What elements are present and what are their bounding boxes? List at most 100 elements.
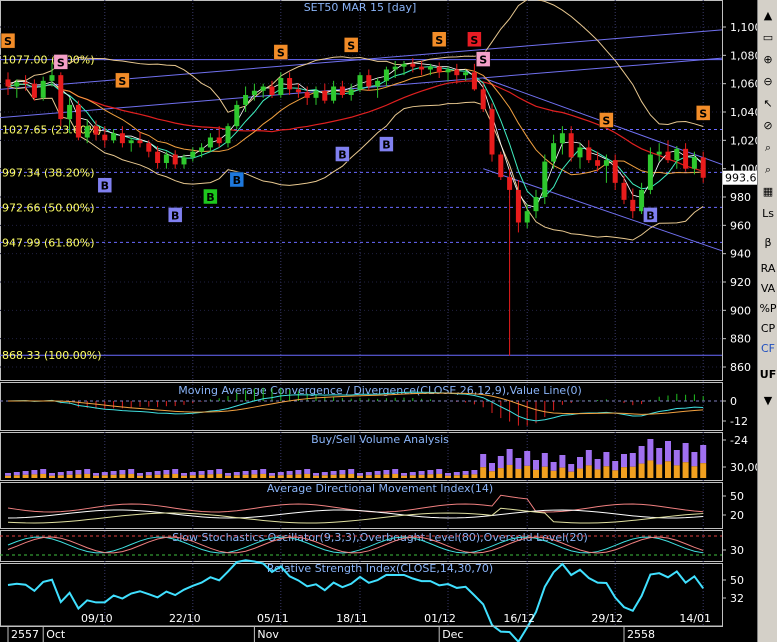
candle-body — [630, 199, 636, 212]
volume-sell-bar — [40, 473, 47, 478]
candle-body — [331, 86, 337, 101]
volume-buy-bar — [321, 472, 328, 476]
volume-sell-bar — [374, 474, 381, 478]
ma-mid-line — [7, 68, 704, 176]
crosshair-icon[interactable]: ⊘ — [758, 117, 777, 135]
toolbar-item-0[interactable]: β — [758, 234, 777, 252]
volume-buy-bar — [225, 473, 231, 476]
adx-tick-label: 50 — [730, 490, 744, 503]
candle-body — [225, 126, 231, 144]
volume-buy-bar — [198, 471, 205, 475]
stoch-tick-label: 30 — [730, 544, 744, 557]
candle-body — [533, 197, 539, 212]
candle-body — [383, 69, 389, 81]
add-icon[interactable]: ⊕ — [758, 51, 777, 69]
x-date-label: 14/01 — [679, 612, 711, 625]
volume-sell-bar — [673, 465, 680, 478]
volume-sell-bar — [295, 474, 302, 478]
volume-buy-bar — [621, 454, 627, 468]
toolbar-item-1[interactable]: RA — [758, 260, 777, 278]
volume-buy-bar — [93, 473, 99, 476]
volume-sell-bar — [277, 475, 284, 478]
window-icon[interactable]: ▭ — [758, 29, 777, 47]
volume-buy-bar — [110, 471, 117, 475]
toolbar-item-6[interactable]: UF — [758, 366, 777, 384]
signal-label: B — [206, 191, 214, 204]
volume-buy-bar — [647, 439, 654, 461]
price-tick-label: 900 — [730, 304, 751, 317]
zoom-out-icon[interactable]: ⌕ — [758, 161, 777, 179]
volume-buy-bar — [506, 449, 513, 465]
volume-sell-bar — [445, 475, 451, 478]
price-tick-label: 1,080 — [730, 49, 757, 62]
candle-body — [137, 140, 143, 144]
volume-buy-bar — [638, 446, 645, 464]
volume-sell-bar — [49, 475, 55, 478]
volume-buy-bar — [304, 469, 311, 474]
volume-sell-bar — [480, 467, 487, 478]
candle-body — [656, 151, 662, 155]
volume-sell-bar — [700, 463, 707, 478]
signal-label: S — [347, 39, 355, 52]
toolbar-item-5[interactable]: CF — [758, 340, 777, 358]
signal-label: S — [435, 34, 443, 47]
adx-title: Average Directional Movement Index(14) — [267, 482, 493, 495]
price-tick-label: 1,040 — [730, 106, 757, 119]
volume-buy-bar — [480, 454, 487, 468]
candle-body — [551, 143, 557, 162]
rsi-tick-label: 32 — [730, 592, 744, 605]
scroll-up-icon[interactable]: ▲ — [758, 7, 777, 25]
volume-sell-bar — [638, 463, 645, 478]
candle-body — [102, 134, 108, 141]
candle-body — [612, 160, 618, 183]
x-date-label: 22/10 — [169, 612, 201, 625]
cursor-icon[interactable]: ↖ — [758, 95, 777, 113]
volume-buy-bar — [242, 471, 249, 475]
signal-label: B — [101, 180, 109, 193]
volume-sell-bar — [225, 475, 231, 478]
candle-body — [480, 89, 486, 110]
toolbar-item-4[interactable]: CP — [758, 320, 777, 338]
line-style-icon[interactable]: Ls — [758, 205, 777, 223]
toolbar-item-3[interactable]: %P — [758, 300, 777, 318]
candle-body — [419, 66, 425, 70]
candle-body — [14, 82, 20, 87]
volume-buy-bar — [181, 473, 187, 476]
volume-buy-bar — [251, 470, 258, 475]
volume-buy-bar — [216, 469, 223, 474]
candle-body — [674, 148, 680, 161]
volume-sell-bar — [93, 475, 99, 478]
zoom-in-icon[interactable]: ⌕ — [758, 139, 777, 157]
signal-label: S — [277, 47, 285, 60]
candle-body — [295, 89, 301, 93]
candle-body — [111, 133, 117, 141]
volume-title: Buy/Sell Volume Analysis — [311, 433, 449, 446]
volume-buy-bar — [700, 445, 707, 464]
remove-icon[interactable]: ⊖ — [758, 73, 777, 91]
toolbar-item-2[interactable]: VA — [758, 280, 777, 298]
volume-buy-bar — [66, 471, 73, 475]
candle-body — [40, 80, 46, 98]
price-tick-label: 1,020 — [730, 134, 757, 147]
candle-body — [586, 147, 592, 161]
volume-sell-bar — [489, 471, 495, 478]
volume-sell-bar — [383, 474, 390, 478]
volume-buy-bar — [357, 473, 363, 476]
signal-label: S — [470, 34, 478, 47]
signal-label: B — [646, 209, 654, 222]
candle-body — [269, 86, 275, 95]
scroll-down-icon[interactable]: ▼ — [758, 392, 777, 410]
volume-buy-bar — [585, 450, 592, 466]
volume-sell-bar — [66, 474, 73, 478]
volume-buy-bar — [75, 470, 82, 475]
chart-canvas[interactable]: 1077.00 (0.00%)1027.65 (23.60%)997.34 (3… — [0, 0, 757, 642]
candle-body — [436, 66, 442, 73]
x-month-label: Dec — [442, 628, 463, 641]
candle-body — [313, 90, 319, 98]
candle-body — [58, 75, 64, 120]
x-date-label: 01/12 — [424, 612, 456, 625]
volume-buy-bar — [612, 461, 619, 471]
volume-buy-bar — [665, 441, 671, 462]
grid-icon[interactable]: ▦ — [758, 183, 777, 201]
volume-buy-bar — [489, 463, 495, 472]
